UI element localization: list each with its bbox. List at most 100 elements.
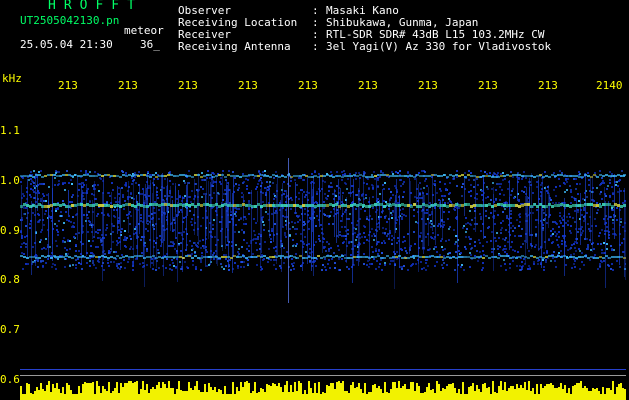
noise-pixel xyxy=(552,228,554,230)
carrier-band xyxy=(74,255,77,257)
noise-pixel xyxy=(292,239,294,241)
noise-pixel xyxy=(326,198,328,200)
amplitude-bar xyxy=(534,394,536,400)
noise-pixel xyxy=(573,258,575,260)
noise-pixel xyxy=(97,232,99,234)
noise-pixel xyxy=(442,259,444,261)
noise-pixel xyxy=(225,265,227,267)
carrier-band xyxy=(35,205,38,208)
noise-pixel xyxy=(405,215,407,217)
noise-pixel xyxy=(413,231,415,233)
noise-pixel xyxy=(43,200,45,202)
noise-pixel xyxy=(518,225,520,227)
noise-pixel xyxy=(576,183,578,185)
amplitude-bar xyxy=(98,386,100,400)
noise-pixel xyxy=(97,213,99,215)
noise-pixel xyxy=(261,268,263,270)
noise-pixel xyxy=(190,201,192,203)
noise-pixel xyxy=(384,217,386,219)
carrier-band xyxy=(365,256,368,258)
carrier-band xyxy=(200,204,203,207)
noise-pixel xyxy=(212,185,214,187)
noise-pixel xyxy=(22,268,24,270)
noise-pixel xyxy=(274,212,276,214)
amplitude-bar xyxy=(286,381,288,400)
carrier-band xyxy=(620,205,623,208)
carrier-band xyxy=(239,176,242,178)
noise-pixel xyxy=(94,171,96,173)
carrier-band xyxy=(620,175,623,177)
amplitude-bar xyxy=(362,393,364,400)
carrier-band xyxy=(347,175,350,177)
noise-pixel xyxy=(603,182,605,184)
noise-pixel xyxy=(30,183,32,185)
noise-pixel xyxy=(234,207,236,209)
noise-pixel xyxy=(448,228,450,230)
noise-pixel xyxy=(283,181,285,183)
noise-pixel xyxy=(356,259,358,261)
carrier-band xyxy=(521,175,524,177)
noise-pixel xyxy=(349,241,351,243)
noise-pixel xyxy=(256,264,258,266)
amplitude-bar xyxy=(586,388,588,400)
carrier-band xyxy=(554,256,557,258)
noise-pixel xyxy=(21,243,23,245)
carrier-band xyxy=(23,175,26,177)
amplitude-bar xyxy=(430,390,432,400)
amplitude-bar xyxy=(256,393,258,400)
noise-pixel xyxy=(425,259,427,261)
amplitude-bar xyxy=(390,389,392,400)
noise-pixel xyxy=(510,194,512,196)
noise-pixel xyxy=(350,254,352,256)
noise-pixel xyxy=(297,221,299,223)
carrier-band xyxy=(479,204,482,207)
noise-pixel xyxy=(20,246,22,248)
noise-pixel xyxy=(367,178,369,180)
amplitude-bar xyxy=(426,387,428,400)
noise-pixel xyxy=(568,213,570,215)
carrier-band xyxy=(515,257,518,259)
noise-pixel xyxy=(330,211,332,213)
noise-pixel xyxy=(163,187,165,189)
noise-pixel xyxy=(444,183,446,185)
noise-pixel xyxy=(519,221,521,223)
amplitude-bar xyxy=(166,388,168,400)
carrier-band xyxy=(35,174,38,176)
noise-pixel xyxy=(582,198,584,200)
amplitude-bar xyxy=(578,383,580,400)
noise-pixel xyxy=(130,246,132,248)
carrier-band xyxy=(53,174,56,176)
noise-pixel xyxy=(175,266,177,268)
carrier-band xyxy=(65,255,68,257)
noise-pixel xyxy=(512,249,514,251)
carrier-band xyxy=(518,256,521,258)
noise-pixel xyxy=(355,172,357,174)
amplitude-bar xyxy=(488,387,490,400)
noise-pixel xyxy=(65,253,67,255)
noise-pixel xyxy=(561,243,563,245)
streak xyxy=(526,187,527,243)
noise-pixel xyxy=(118,237,120,239)
noise-pixel xyxy=(248,250,250,252)
amplitude-bar xyxy=(88,383,90,400)
noise-pixel xyxy=(523,258,525,260)
noise-pixel xyxy=(406,252,408,254)
noise-pixel xyxy=(303,229,305,231)
noise-pixel xyxy=(246,185,248,187)
noise-pixel xyxy=(255,238,257,240)
noise-pixel xyxy=(255,188,257,190)
noise-pixel xyxy=(60,215,62,217)
noise-pixel xyxy=(284,190,286,192)
noise-pixel xyxy=(303,243,305,245)
carrier-band xyxy=(191,257,194,259)
carrier-band xyxy=(158,175,161,177)
noise-pixel xyxy=(235,183,237,185)
noise-pixel xyxy=(78,250,80,252)
amplitude-bar xyxy=(584,386,586,400)
carrier-band xyxy=(80,175,83,177)
noise-pixel xyxy=(71,226,73,228)
noise-pixel xyxy=(292,226,294,228)
amplitude-bar xyxy=(538,394,540,400)
noise-pixel xyxy=(598,235,600,237)
noise-pixel xyxy=(112,241,114,243)
